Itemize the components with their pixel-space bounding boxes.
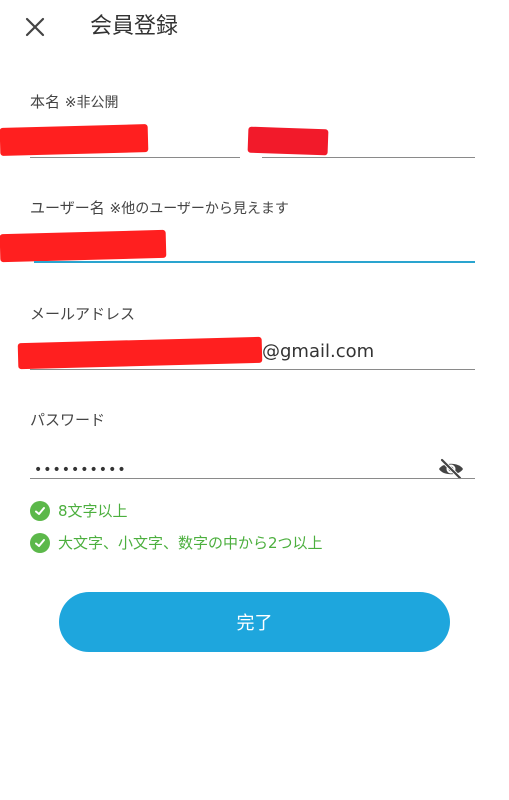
password-rule-text: 8文字以上 <box>58 502 128 520</box>
password-underline <box>30 478 475 479</box>
page-title: 会員登録 <box>90 14 179 39</box>
username-underline <box>34 261 475 263</box>
header: 会員登録 <box>0 0 509 56</box>
username-field: ユーザー名 ※他のユーザーから見えます <box>0 198 475 268</box>
password-rule-complexity: 大文字、小文字、数字の中から2つ以上 <box>30 532 323 553</box>
check-circle-icon <box>30 532 50 553</box>
email-domain: @gmail.com <box>262 341 375 362</box>
email-label: メールアドレス <box>30 305 136 323</box>
close-icon <box>25 17 45 37</box>
email-underline <box>30 369 475 370</box>
username-input[interactable] <box>30 228 475 264</box>
password-rule-length: 8文字以上 <box>30 500 128 521</box>
first-name-input[interactable] <box>30 122 240 158</box>
password-label: パスワード <box>30 411 106 429</box>
last-name-input[interactable] <box>262 122 475 158</box>
complete-button[interactable]: 完了 <box>59 592 450 652</box>
real-name-label-text: 本名 <box>30 93 61 111</box>
last-name-underline <box>262 157 475 158</box>
email-field: メールアドレス @gmail.com <box>17 304 475 374</box>
first-name-underline <box>30 157 240 158</box>
real-name-label: 本名 ※非公開 <box>30 92 475 113</box>
close-button[interactable] <box>20 12 50 42</box>
password-value: •••••••••• <box>34 462 127 478</box>
email-input[interactable] <box>30 334 475 370</box>
registration-screen: 会員登録 本名 ※非公開 ユーザー名 ※他のユーザーから見えます メールアドレス… <box>0 0 509 800</box>
toggle-password-visibility-button[interactable] <box>435 454 467 484</box>
check-circle-icon <box>30 500 50 521</box>
real-name-field: 本名 ※非公開 <box>0 92 475 162</box>
username-note: ※他のユーザーから見えます <box>109 201 289 217</box>
password-field: パスワード •••••••••• <box>30 410 475 482</box>
username-label: ユーザー名 ※他のユーザーから見えます <box>30 198 475 219</box>
username-label-text: ユーザー名 <box>30 199 105 217</box>
real-name-note: ※非公開 <box>64 95 119 111</box>
password-rule-text: 大文字、小文字、数字の中から2つ以上 <box>58 534 323 552</box>
